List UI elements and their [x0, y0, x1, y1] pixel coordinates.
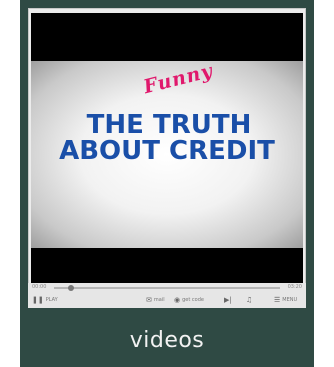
next-button[interactable]: ▶|	[224, 294, 232, 306]
menu-button[interactable]: ☰ MENU	[274, 294, 297, 306]
seek-thumb[interactable]	[67, 285, 74, 291]
duration-time: 03:20	[287, 284, 302, 290]
seek-bar[interactable]	[54, 285, 280, 291]
volume-button[interactable]: ♫	[246, 294, 252, 306]
play-icon: ❚❚	[32, 296, 44, 304]
video-title-line2: ABOUT CREDIT	[59, 136, 275, 166]
play-label: PLAY	[45, 297, 58, 303]
code-icon: ◉	[174, 296, 181, 304]
tile-label: videos	[129, 327, 205, 353]
volume-icon: ♫	[246, 296, 253, 304]
seek-row: 00:00 03:20	[28, 283, 306, 293]
mail-icon: ✉	[146, 296, 152, 304]
video-player[interactable]: Funny THE TRUTH ABOUT CREDIT	[31, 13, 303, 303]
video-title-line1: THE TRUTH	[86, 110, 252, 140]
video-screen[interactable]: Funny THE TRUTH ABOUT CREDIT	[31, 13, 303, 296]
tile-label-bar[interactable]: videos	[20, 313, 314, 367]
control-buttons: ❚❚ PLAY ✉ mail ◉ get code ▶| ♫ ☰ MENU	[28, 294, 306, 306]
menu-label: MENU	[282, 297, 298, 303]
player-controls: 00:00 03:20 ❚❚ PLAY ✉ mail ◉ get code ▶|	[28, 283, 306, 308]
video-tile[interactable]: Funny THE TRUTH ABOUT CREDIT 00:00 03:20…	[20, 0, 314, 367]
menu-icon: ☰	[274, 296, 281, 304]
video-title: THE TRUTH ABOUT CREDIT	[31, 112, 303, 164]
mail-button[interactable]: ✉ mail	[146, 294, 165, 306]
get-code-label: get code	[182, 297, 204, 303]
elapsed-time: 00:00	[32, 284, 47, 290]
play-button[interactable]: ❚❚ PLAY	[32, 294, 58, 306]
mail-label: mail	[153, 297, 165, 303]
get-code-button[interactable]: ◉ get code	[174, 294, 204, 306]
video-thumbnail-frame: Funny THE TRUTH ABOUT CREDIT	[28, 8, 306, 308]
next-icon: ▶|	[224, 296, 232, 304]
